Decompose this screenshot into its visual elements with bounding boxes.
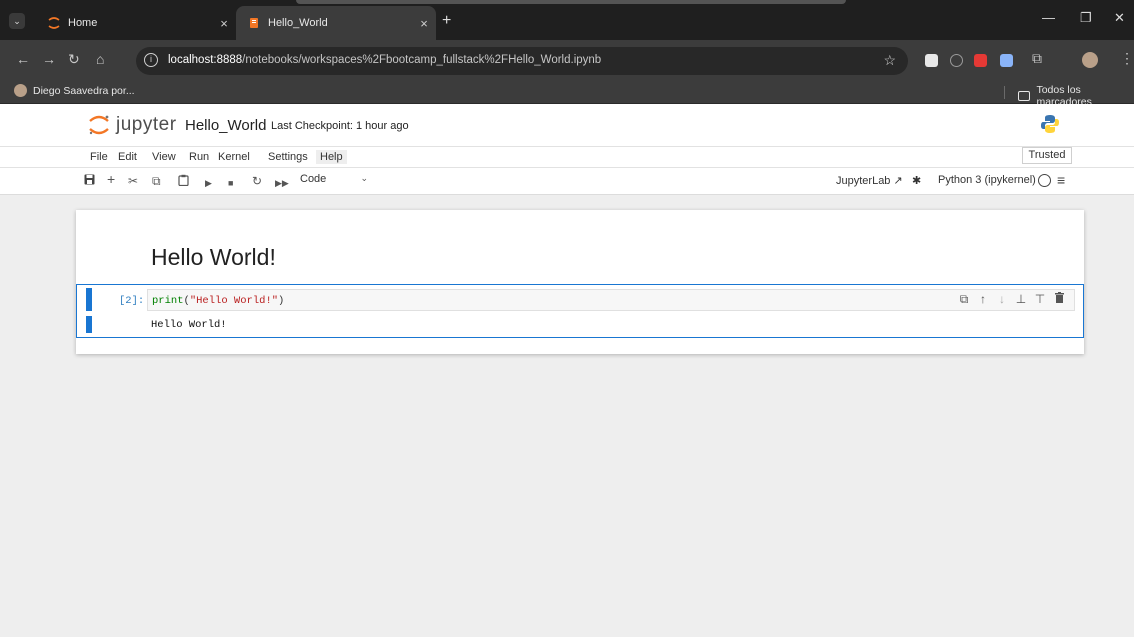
- url-host: localhost:8888: [168, 54, 243, 66]
- cell-type-select[interactable]: Code ⌄: [300, 173, 368, 185]
- browser-tab-bar: ⌄ Home × Hello_World × + — ❐ ✕: [0, 0, 1134, 40]
- insert-below-icon[interactable]: ⊤: [1031, 292, 1049, 307]
- notebook-favicon-icon: [248, 17, 260, 29]
- move-down-icon[interactable]: ↓: [993, 292, 1011, 307]
- markdown-heading[interactable]: Hello World!: [151, 244, 276, 271]
- tab-title: Hello_World: [268, 17, 328, 29]
- add-cell-icon[interactable]: +: [107, 172, 115, 186]
- code-function: print: [152, 295, 184, 307]
- restore-icon[interactable]: ❐: [1080, 10, 1092, 26]
- folder-icon: [1018, 91, 1031, 101]
- bookmarks-bar: Diego Saavedra por... Todos los marcador…: [0, 80, 1134, 108]
- restart-icon[interactable]: ↻: [252, 174, 262, 188]
- menu-run[interactable]: Run: [185, 150, 213, 164]
- bookmark-item[interactable]: Diego Saavedra por...: [14, 84, 135, 97]
- menu-settings[interactable]: Settings: [264, 150, 312, 164]
- extension-icon[interactable]: [925, 54, 938, 67]
- new-tab-button[interactable]: +: [442, 12, 451, 30]
- checkpoint-status: Last Checkpoint: 1 hour ago: [271, 120, 409, 132]
- notebook-panel: Hello World! [2]: print("Hello World!") …: [0, 196, 1134, 637]
- window-close-icon[interactable]: ✕: [1114, 10, 1125, 26]
- cell-toolbar: ⧉ ↑ ↓ ⊥ ⊤: [954, 292, 1068, 307]
- save-icon[interactable]: [84, 174, 95, 188]
- notebook-sheet: Hello World! [2]: print("Hello World!") …: [76, 210, 1084, 354]
- tab-title: Home: [68, 17, 98, 29]
- jupyterlab-label: JupyterLab: [836, 175, 891, 187]
- bookmark-star-icon[interactable]: ☆: [883, 52, 896, 69]
- tab-hello-world[interactable]: Hello_World ×: [236, 6, 436, 40]
- jupyter-wordmark: jupyter: [116, 114, 177, 135]
- jupyter-menu-bar: File Edit View Run Kernel Settings Help …: [0, 146, 1134, 168]
- notebook-title[interactable]: Hello_World: [185, 117, 266, 134]
- paste-icon[interactable]: [178, 174, 189, 189]
- bug-icon[interactable]: ✱: [912, 174, 921, 187]
- insert-above-icon[interactable]: ⊥: [1012, 292, 1030, 307]
- delete-cell-icon[interactable]: [1050, 292, 1068, 307]
- code-line: print("Hello World!"): [152, 295, 284, 307]
- output-collapser[interactable]: [86, 316, 92, 333]
- bookmark-label: Diego Saavedra por...: [33, 84, 135, 97]
- window-top-edge: [296, 0, 846, 4]
- menu-kernel[interactable]: Kernel: [214, 150, 254, 164]
- jupyterlab-link[interactable]: JupyterLab ↗: [836, 174, 903, 187]
- extensions-puzzle-icon[interactable]: ⧉: [1032, 50, 1042, 67]
- profile-avatar[interactable]: [1082, 52, 1098, 68]
- close-icon[interactable]: ×: [212, 16, 236, 31]
- jupyter-header: jupyter Hello_World Last Checkpoint: 1 h…: [0, 104, 1134, 146]
- external-link-icon: ↗: [893, 175, 903, 187]
- execution-count: [2]:: [119, 295, 145, 307]
- back-icon[interactable]: ←: [16, 51, 30, 67]
- reload-icon[interactable]: ↻: [68, 51, 80, 68]
- menu-file[interactable]: File: [86, 150, 112, 164]
- home-icon[interactable]: ⌂: [96, 51, 104, 67]
- jupyter-favicon-icon: [48, 17, 60, 29]
- code-cell[interactable]: [2]: print("Hello World!") ⧉ ↑ ↓ ⊥ ⊤ Hel…: [76, 284, 1084, 338]
- stop-icon[interactable]: ■: [228, 176, 233, 190]
- close-icon[interactable]: ×: [412, 16, 436, 31]
- move-up-icon[interactable]: ↑: [974, 292, 992, 307]
- site-info-icon[interactable]: i: [144, 53, 158, 67]
- chevron-down-icon: ⌄: [360, 173, 368, 183]
- notebook-toolbar: + ✂ ⧉ ▶ ■ ↻ ▶▶ Code ⌄ JupyterLab ↗ ✱ Pyt…: [0, 168, 1134, 195]
- jupyter-logo-icon: [89, 115, 109, 135]
- cell-output: Hello World!: [151, 319, 227, 331]
- cut-icon[interactable]: ✂: [128, 174, 138, 188]
- tab-search-icon[interactable]: ⌄: [9, 13, 25, 29]
- menu-edit[interactable]: Edit: [114, 150, 141, 164]
- extension-icon[interactable]: [950, 54, 963, 67]
- minimize-icon[interactable]: —: [1042, 10, 1055, 25]
- run-icon[interactable]: ▶: [205, 176, 212, 190]
- restart-run-all-icon[interactable]: ▶▶: [275, 176, 289, 190]
- python-logo-icon: [1040, 114, 1060, 139]
- trusted-badge[interactable]: Trusted: [1022, 147, 1072, 164]
- browser-menu-icon[interactable]: ⋮: [1120, 50, 1134, 67]
- url-path: /notebooks/workspaces%2Fbootcamp_fullsta…: [242, 54, 602, 66]
- extension-icon[interactable]: [1000, 54, 1013, 67]
- duplicate-cell-icon[interactable]: ⧉: [955, 292, 973, 307]
- copy-icon[interactable]: ⧉: [152, 174, 161, 188]
- code-paren-close: ): [278, 295, 285, 307]
- menu-hamburger-icon[interactable]: ≡: [1057, 172, 1065, 188]
- code-editor[interactable]: print("Hello World!") ⧉ ↑ ↓ ⊥ ⊤: [147, 289, 1075, 311]
- jupyter-logo[interactable]: jupyter: [88, 114, 177, 136]
- input-collapser[interactable]: [86, 288, 92, 311]
- menu-view[interactable]: View: [148, 150, 180, 164]
- tab-home[interactable]: Home ×: [36, 6, 236, 40]
- avatar: [14, 84, 27, 97]
- forward-icon[interactable]: →: [42, 51, 56, 67]
- address-bar[interactable]: i localhost:8888/notebooks/workspaces%2F…: [136, 47, 908, 75]
- cell-type-value: Code: [300, 173, 327, 185]
- code-string: "Hello World!": [189, 295, 279, 307]
- browser-toolbar: ← → ↻ ⌂ i localhost:8888/notebooks/works…: [0, 40, 1134, 80]
- kernel-status-icon: [1038, 174, 1051, 187]
- url-text[interactable]: localhost:8888/notebooks/workspaces%2Fbo…: [168, 54, 601, 66]
- extension-icon[interactable]: [974, 54, 987, 67]
- kernel-name[interactable]: Python 3 (ipykernel): [938, 174, 1036, 186]
- divider: [1004, 86, 1005, 99]
- menu-help[interactable]: Help: [316, 150, 347, 164]
